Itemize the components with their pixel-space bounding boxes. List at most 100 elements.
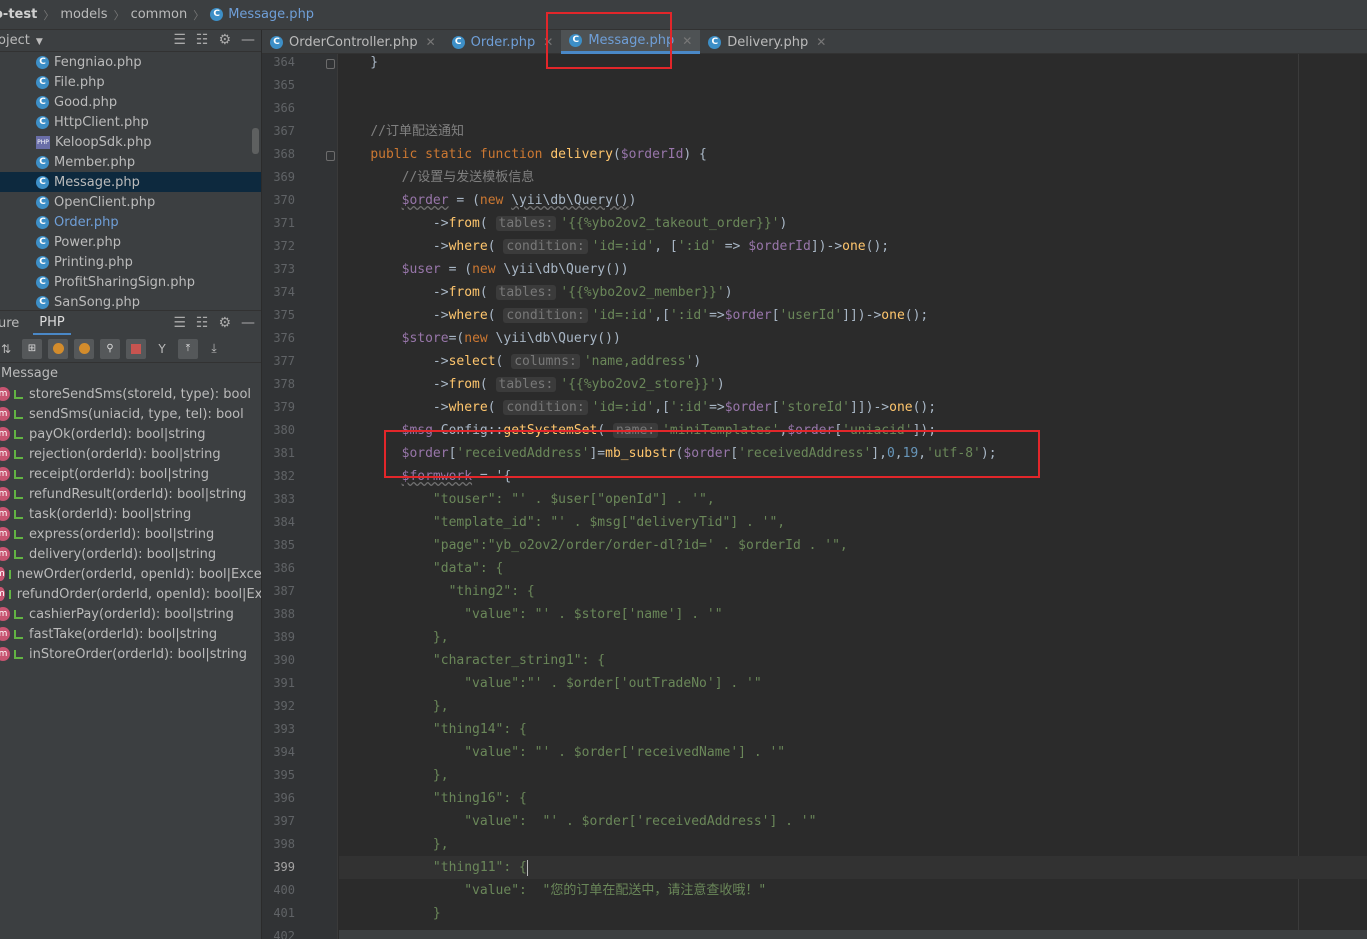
close-icon[interactable]: ✕	[816, 35, 826, 49]
editor-tab[interactable]: C Delivery.php ✕	[700, 30, 834, 54]
code-line: }	[339, 55, 379, 70]
close-icon[interactable]: ✕	[426, 35, 436, 49]
code-editor[interactable]: } //订单配送通知 public static function delive…	[339, 54, 1367, 939]
public-icon	[8, 569, 11, 579]
fold-marker-icon[interactable]	[326, 151, 335, 161]
breadcrumb-file[interactable]: Message.php	[228, 7, 314, 22]
breadcrumb-common[interactable]: common	[131, 7, 188, 22]
tab-php[interactable]: PHP	[33, 311, 71, 335]
class-icon: C	[210, 8, 224, 21]
file-item[interactable]: C Order.php	[0, 212, 261, 232]
class-icon: C	[36, 195, 49, 209]
line-number: 393	[273, 722, 295, 736]
collapse-all-icon[interactable]: ☷	[196, 32, 209, 48]
public-icon	[14, 629, 23, 639]
class-icon: C	[36, 295, 49, 309]
fold-marker-icon[interactable]	[326, 59, 335, 69]
file-item[interactable]: C OpenClient.php	[0, 192, 261, 212]
hide-panel-icon[interactable]: —	[241, 32, 255, 48]
method-item[interactable]: m express(orderId): bool|string	[0, 524, 261, 544]
code-line: ->where( condition:'id=:id',[':id'=>$ord…	[339, 400, 937, 415]
close-icon[interactable]: ✕	[543, 35, 553, 49]
method-item[interactable]: m payOk(orderId): bool|string	[0, 424, 261, 444]
autoscroll-to-source-icon[interactable]: ⤒	[178, 338, 198, 359]
file-item[interactable]: C ProfitSharingSign.php	[0, 272, 261, 292]
show-properties-icon[interactable]: ⚲	[100, 338, 120, 359]
line-number: 390	[273, 653, 295, 667]
method-item[interactable]: m delivery(orderId): bool|string	[0, 544, 261, 564]
method-icon: m	[0, 407, 10, 421]
method-item[interactable]: m newOrder(orderId, openId): bool|Excep	[0, 564, 261, 584]
file-item[interactable]: C Fengniao.php	[0, 52, 261, 72]
method-item[interactable]: m refundResult(orderId): bool|string	[0, 484, 261, 504]
file-item[interactable]: C File.php	[0, 72, 261, 92]
code-line-highlighted: $order['receivedAddress']=mb_substr($ord…	[401, 446, 997, 461]
file-item[interactable]: C HttpClient.php	[0, 112, 261, 132]
scrollbar-thumb[interactable]	[252, 128, 259, 154]
method-icon: m	[0, 567, 5, 581]
collapse-all-icon[interactable]: ☷	[196, 315, 209, 331]
line-number: 377	[273, 354, 295, 368]
code-line: //订单配送通知	[370, 124, 464, 139]
php-file-icon: PHP	[36, 135, 50, 149]
method-icon: m	[0, 607, 10, 621]
file-item-selected[interactable]: C Message.php	[0, 172, 261, 192]
breadcrumb-models[interactable]: models	[60, 7, 107, 22]
line-number: 384	[273, 515, 295, 529]
method-icon: m	[0, 487, 10, 501]
public-icon	[14, 609, 23, 619]
method-item[interactable]: m task(orderId): bool|string	[0, 504, 261, 524]
public-icon	[14, 429, 23, 439]
show-inherited-icon[interactable]: ⊞	[22, 338, 42, 359]
line-number: 380	[273, 423, 295, 437]
breadcrumb-separator: 〉	[193, 8, 205, 22]
line-number: 394	[273, 745, 295, 759]
expand-all-icon[interactable]: ☰	[173, 315, 186, 331]
method-item[interactable]: m inStoreOrder(orderId): bool|string	[0, 644, 261, 664]
line-number: 399	[273, 860, 295, 874]
file-item[interactable]: PHP KeloopSdk.php	[0, 132, 261, 152]
method-item[interactable]: m receipt(orderId): bool|string	[0, 464, 261, 484]
gear-icon[interactable]: ⚙	[218, 32, 231, 48]
method-item[interactable]: m fastTake(orderId): bool|string	[0, 624, 261, 644]
class-icon: C	[36, 55, 49, 69]
show-constants-icon[interactable]	[74, 338, 94, 359]
structure-root-class[interactable]: Message	[0, 364, 261, 384]
method-item[interactable]: m sendSms(uniacid, type, tel): bool	[0, 404, 261, 424]
line-number: 370	[273, 193, 295, 207]
filter-icon[interactable]: Y	[152, 339, 172, 359]
file-item[interactable]: C Power.php	[0, 232, 261, 252]
method-icon: m	[0, 427, 10, 441]
code-line: "thing2": {	[448, 584, 535, 599]
horizontal-scrollbar[interactable]	[339, 930, 1367, 939]
method-icon: m	[0, 507, 10, 521]
class-icon: C	[36, 215, 49, 229]
editor-tab-active[interactable]: C Message.php ✕	[561, 30, 701, 54]
project-view-selector[interactable]: oject ▼	[0, 33, 43, 48]
method-icon: m	[0, 527, 10, 541]
breadcrumb-separator: 〉	[113, 8, 125, 22]
line-number: 372	[273, 239, 295, 253]
class-icon: C	[36, 155, 49, 169]
file-item[interactable]: C Member.php	[0, 152, 261, 172]
file-item[interactable]: C Good.php	[0, 92, 261, 112]
method-item[interactable]: m rejection(orderId): bool|string	[0, 444, 261, 464]
close-icon[interactable]: ✕	[682, 34, 692, 48]
show-fields-icon[interactable]	[48, 338, 68, 359]
method-item[interactable]: m cashierPay(orderId): bool|string	[0, 604, 261, 624]
code-line: ->from( tables: '{{%ybo2ov2_member}}')	[339, 285, 733, 300]
gear-icon[interactable]: ⚙	[218, 315, 231, 331]
line-number: 371	[273, 216, 295, 230]
sort-alpha-icon[interactable]: ⇅	[0, 339, 16, 359]
show-non-public-icon[interactable]	[126, 338, 146, 359]
expand-all-icon[interactable]: ☰	[173, 32, 186, 48]
autoscroll-from-source-icon[interactable]: ⤓	[204, 339, 224, 359]
method-item[interactable]: m storeSendSms(storeId, type): bool	[0, 384, 261, 404]
breadcrumb-project[interactable]: o-test	[0, 7, 37, 22]
line-number: 369	[273, 170, 295, 184]
file-item[interactable]: C SanSong.php	[0, 292, 261, 312]
hide-panel-icon[interactable]: —	[241, 315, 255, 331]
editor-tab[interactable]: C Order.php ✕	[444, 30, 562, 54]
method-item[interactable]: m refundOrder(orderId, openId): bool|Ex	[0, 584, 261, 604]
file-item[interactable]: C Printing.php	[0, 252, 261, 272]
